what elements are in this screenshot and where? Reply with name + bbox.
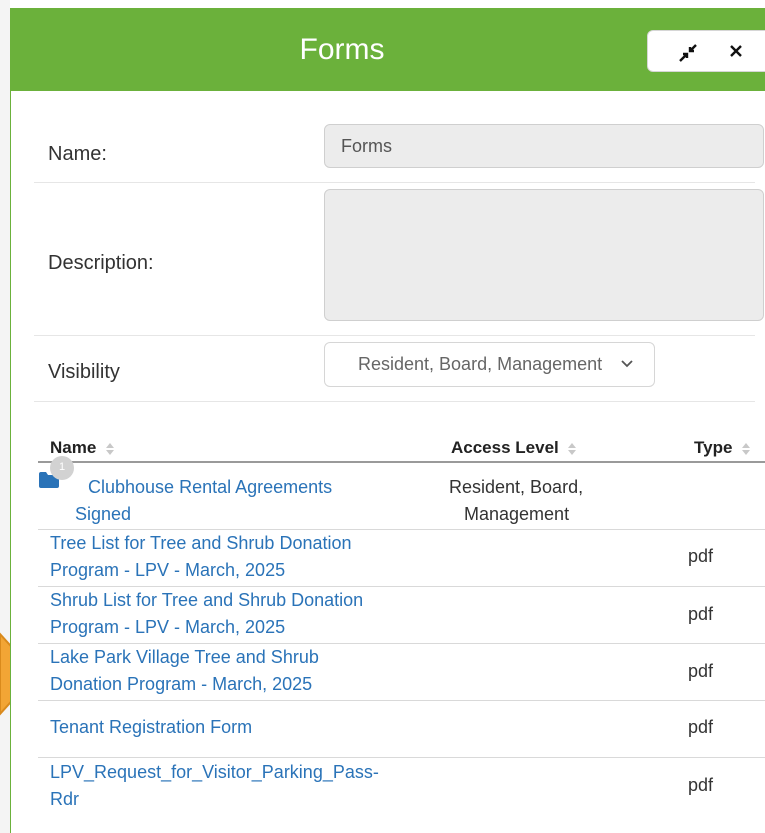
- type-cell: pdf: [688, 604, 714, 624]
- type-cell: pdf: [688, 661, 714, 681]
- visibility-label: Visibility: [48, 361, 120, 383]
- column-header-label: Access Level: [451, 438, 559, 457]
- table-row-link[interactable]: Clubhouse Rental Agreements: [88, 474, 332, 501]
- header-button-group: [647, 30, 765, 72]
- divider: [34, 401, 755, 402]
- visibility-value: Resident, Board, Management: [358, 354, 603, 374]
- table-row-link[interactable]: Rdr: [50, 786, 79, 813]
- column-header-access[interactable]: Access Level: [451, 438, 577, 458]
- table-row-link[interactable]: Donation Program - March, 2025: [50, 671, 312, 698]
- divider: [34, 335, 755, 336]
- chevron-down-icon: [621, 360, 633, 368]
- column-header-label: Type: [694, 438, 733, 457]
- collapse-button[interactable]: [670, 31, 710, 71]
- modal-title: Forms: [299, 33, 385, 66]
- table-row-link[interactable]: Program - LPV - March, 2025: [50, 557, 285, 584]
- count-badge: 1: [50, 456, 74, 480]
- sort-icon: [568, 442, 577, 455]
- divider: [34, 182, 755, 183]
- table-row-link[interactable]: Signed: [75, 501, 131, 528]
- type-cell: pdf: [688, 717, 714, 737]
- close-icon: [730, 45, 742, 57]
- table-row-link[interactable]: Tenant Registration Form: [50, 714, 252, 741]
- row-divider: [38, 757, 765, 758]
- close-button[interactable]: [716, 31, 756, 71]
- description-label: Description:: [48, 252, 154, 274]
- row-divider: [38, 700, 765, 701]
- name-field[interactable]: Forms: [324, 124, 764, 168]
- type-cell: pdf: [688, 546, 714, 566]
- name-label: Name:: [48, 143, 107, 165]
- access-level-cell: Management: [464, 504, 570, 524]
- sort-icon: [742, 442, 751, 455]
- visibility-select[interactable]: Resident, Board, Management: [324, 342, 655, 387]
- column-header-label: Name: [50, 438, 97, 457]
- table-header-divider: [38, 461, 765, 463]
- column-header-name[interactable]: Name: [50, 438, 115, 458]
- table-row-link[interactable]: Lake Park Village Tree and Shrub: [50, 644, 319, 671]
- modal-header: Forms: [11, 8, 765, 91]
- table-row-link[interactable]: Tree List for Tree and Shrub Donation: [50, 530, 352, 557]
- table-row-link[interactable]: Program - LPV - March, 2025: [50, 614, 285, 641]
- table-row-link[interactable]: LPV_Request_for_Visitor_Parking_Pass-: [50, 759, 379, 786]
- table-row-link[interactable]: Shrub List for Tree and Shrub Donation: [50, 587, 363, 614]
- access-level-cell: Resident, Board,: [449, 477, 584, 497]
- description-field[interactable]: [324, 189, 764, 321]
- sort-icon: [106, 442, 115, 455]
- column-header-type[interactable]: Type: [694, 438, 751, 458]
- collapse-arrows-icon: [679, 44, 697, 62]
- type-cell: pdf: [688, 775, 714, 795]
